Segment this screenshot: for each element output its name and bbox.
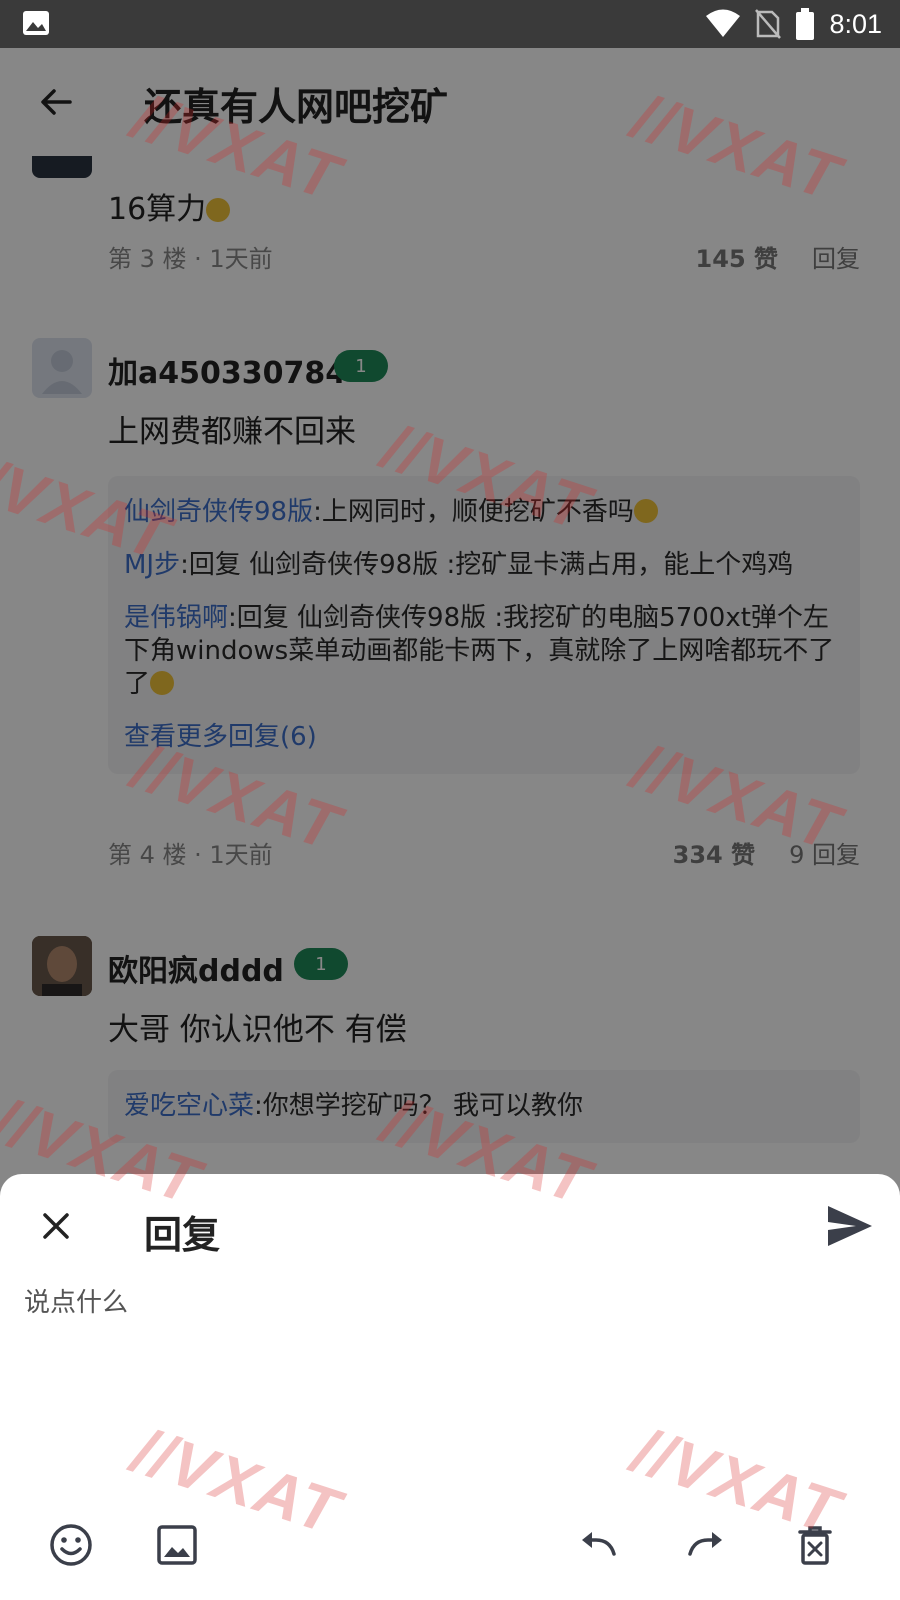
comment-footer: 第 3 楼 · 1天前 145 赞 回复 [108,238,860,274]
comment-text: 16算力 [108,184,231,228]
username[interactable]: 加a450330784 [108,348,346,392]
send-icon[interactable] [826,1204,874,1248]
image-icon [23,11,49,35]
reply-preview[interactable]: 仙剑奇侠传98版:上网同时，顺便挖矿不香吗 MJ步:回复 仙剑奇侠传98版 :挖… [108,476,860,774]
reply-preview[interactable]: 爱吃空心菜:你想学挖矿吗？ 我可以教你 [108,1070,860,1143]
emoji-icon[interactable] [48,1522,94,1568]
clock: 8:01 [829,8,882,39]
reply-author[interactable]: MJ步 [124,550,180,580]
undo-icon[interactable] [576,1522,622,1568]
arrow-back-icon[interactable] [36,82,76,122]
wifi-icon [706,9,741,37]
reply-author[interactable]: 是伟锅啊 [124,603,228,633]
reply-input[interactable] [24,1282,876,1482]
sheet-title: 回复 [144,1213,221,1257]
redo-icon[interactable] [682,1522,728,1568]
comment-list[interactable]: 16算力 第 3 楼 · 1天前 145 赞 回复 加a450330784 1 … [0,156,900,1178]
reply-author[interactable]: 仙剑奇侠传98版 [124,497,313,527]
comment-footer: 第 4 楼 · 1天前 334 赞 9 回复 [108,834,860,870]
delete-icon[interactable] [792,1522,838,1568]
no-sim-icon [755,9,782,39]
level-badge: 1 [294,948,348,980]
status-bar: 8:01 [0,0,900,48]
reply-item[interactable]: MJ步:回复 仙剑奇侠传98版 :挖矿显卡满占用，能上个鸡鸡 [124,549,844,582]
like-button[interactable]: 145 赞 [696,239,778,274]
floor-info: 第 4 楼 · 1天前 [108,840,273,869]
emoji-icon [633,499,658,523]
username[interactable]: 欧阳疯dddd [108,946,284,990]
emoji-icon [150,671,175,695]
reply-item[interactable]: 是伟锅啊:回复 仙剑奇侠传98版 :我挖矿的电脑5700xt弹个左下角windo… [124,602,844,701]
avatar[interactable] [32,156,92,178]
avatar[interactable] [32,338,92,398]
avatar[interactable] [32,936,92,996]
reply-button[interactable]: 回复 [812,239,860,274]
close-icon[interactable] [36,1206,76,1246]
comment-text: 大哥 你认识他不 有偿 [108,1012,407,1048]
image-icon[interactable] [154,1522,200,1568]
level-badge: 1 [334,350,388,382]
user-photo [32,936,92,996]
reply-count-button[interactable]: 9 回复 [789,835,860,870]
page-title: 还真有人网吧挖矿 [144,85,449,129]
reply-author[interactable]: 爱吃空心菜 [124,1091,254,1121]
more-replies-link[interactable]: 查看更多回复(6) [124,721,844,754]
battery-icon [796,8,815,40]
floor-info: 第 3 楼 · 1天前 [108,244,273,273]
comment-text: 上网费都赚不回来 [108,414,356,450]
default-avatar-icon [42,350,82,394]
emoji-icon [206,198,231,222]
like-button[interactable]: 334 赞 [673,835,755,870]
app-bar: 还真有人网吧挖矿 [0,48,900,156]
reply-item[interactable]: 爱吃空心菜:你想学挖矿吗？ 我可以教你 [124,1090,844,1123]
reply-item[interactable]: 仙剑奇侠传98版:上网同时，顺便挖矿不香吗 [124,496,844,529]
reply-sheet: 回复 //VXAT //VXAT //VXAT //VXAT [0,1084,900,1600]
